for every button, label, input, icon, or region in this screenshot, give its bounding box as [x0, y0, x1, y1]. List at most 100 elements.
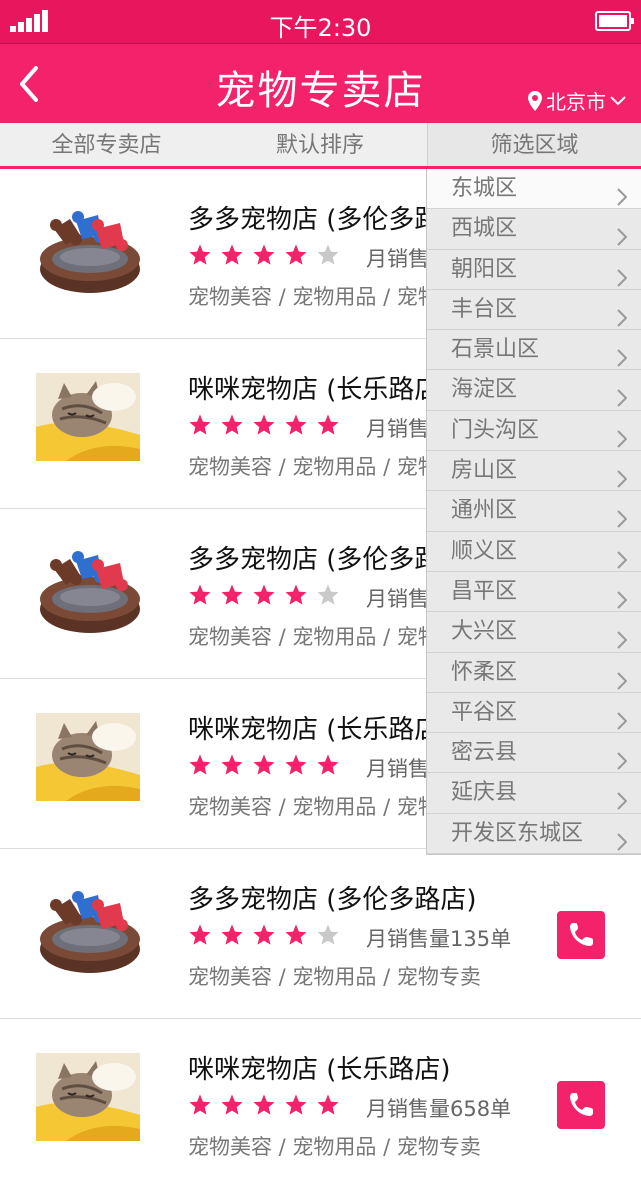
district-item[interactable]: 门头沟区	[427, 411, 641, 452]
district-item[interactable]: 通州区	[427, 491, 641, 532]
star-icon	[220, 753, 244, 777]
chevron-down-icon	[610, 95, 626, 105]
star-icon	[252, 1093, 276, 1117]
chevron-right-icon	[617, 381, 628, 408]
chevron-right-icon	[617, 825, 628, 851]
tab-all-shops[interactable]: 全部专卖店	[0, 123, 213, 166]
district-label: 东城区	[451, 176, 518, 201]
pet-bed-image	[36, 199, 144, 299]
chevron-right-icon	[617, 664, 628, 690]
shop-name: 多多宠物店 (多伦多路店)	[188, 885, 477, 915]
star-icon	[252, 413, 276, 437]
chevron-right-icon	[617, 543, 628, 569]
app-header: 宠物专卖店 北京市	[0, 44, 641, 123]
district-label: 西城区	[451, 216, 518, 242]
district-label: 开发区东城区	[451, 820, 584, 846]
star-icon	[316, 583, 340, 607]
district-item[interactable]: 延庆县	[427, 773, 641, 814]
district-label: 石景山区	[451, 337, 540, 363]
district-item[interactable]: 密云县	[427, 733, 641, 774]
district-label: 怀柔区	[451, 659, 518, 685]
rating-stars	[188, 923, 340, 947]
star-icon	[188, 243, 212, 267]
district-item[interactable]: 西城区	[427, 209, 641, 250]
star-icon	[252, 923, 276, 947]
phone-icon[interactable]	[557, 1081, 605, 1129]
star-icon	[284, 583, 308, 607]
district-label: 大兴区	[451, 619, 518, 645]
shop-row[interactable]: 咪咪宠物店 (长乐路店) 月销售量658单宠物美容 / 宠物用品 / 宠物专卖	[0, 1019, 641, 1179]
star-icon	[252, 243, 276, 267]
monthly-sales: 月销售量658单	[366, 1097, 512, 1121]
monthly-sales: 月销售量135单	[366, 927, 512, 951]
star-icon	[284, 243, 308, 267]
chevron-right-icon	[617, 744, 628, 770]
district-item[interactable]: 顺义区	[427, 532, 641, 572]
district-item[interactable]: 房山区	[427, 451, 641, 492]
chevron-right-icon	[617, 623, 628, 649]
star-icon	[284, 923, 308, 947]
star-icon	[316, 923, 340, 947]
star-icon	[316, 413, 340, 437]
chevron-right-icon	[617, 583, 628, 609]
rating-stars	[188, 243, 340, 267]
tab-default-sort[interactable]: 默认排序	[213, 123, 427, 166]
district-item[interactable]: 海淀区	[427, 370, 641, 411]
star-icon	[316, 1093, 340, 1117]
rating-stars	[188, 413, 340, 437]
district-label: 丰台区	[451, 296, 518, 322]
district-item[interactable]: 怀柔区	[427, 653, 641, 693]
city-selector[interactable]: 北京市	[527, 86, 627, 115]
kitten-image	[36, 709, 144, 809]
district-item[interactable]: 丰台区	[427, 290, 641, 331]
star-icon	[188, 753, 212, 777]
district-item[interactable]: 昌平区	[427, 572, 641, 613]
star-icon	[220, 923, 244, 947]
tab-filter-area[interactable]: 筛选区域	[427, 123, 641, 166]
district-label: 朝阳区	[451, 256, 518, 282]
star-icon	[252, 583, 276, 607]
battery-icon	[595, 11, 634, 31]
star-icon	[284, 1093, 308, 1117]
chevron-right-icon	[617, 220, 628, 247]
star-icon	[188, 583, 212, 607]
chevron-right-icon	[617, 422, 628, 448]
district-item[interactable]: 大兴区	[427, 612, 641, 653]
status-bar: 下午2:30	[0, 0, 641, 44]
star-icon	[188, 923, 212, 947]
district-label: 海淀区	[451, 377, 518, 403]
shop-row[interactable]: 多多宠物店 (多伦多路店) 月销售量135单宠物美容 / 宠物用品 / 宠物专卖	[0, 849, 641, 1019]
district-label: 昌平区	[451, 578, 518, 604]
shop-name: 咪咪宠物店 (长乐路店)	[188, 375, 451, 405]
rating-stars	[188, 1093, 340, 1117]
district-label: 门头沟区	[451, 417, 540, 443]
star-icon	[220, 243, 244, 267]
district-item[interactable]: 开发区东城区	[427, 814, 641, 855]
chevron-right-icon	[617, 462, 628, 488]
shop-tags: 宠物美容 / 宠物用品 / 宠物专卖	[188, 965, 481, 989]
district-item[interactable]: 东城区	[427, 169, 641, 210]
district-label: 密云县	[451, 740, 518, 766]
chevron-right-icon	[617, 180, 628, 206]
shop-name: 咪咪宠物店 (长乐路店)	[188, 1055, 451, 1085]
rating-stars	[188, 583, 340, 607]
status-time: 下午2:30	[269, 14, 372, 42]
chevron-right-icon	[617, 704, 628, 730]
kitten-image	[36, 1049, 144, 1149]
star-icon	[188, 1093, 212, 1117]
district-dropdown: 东城区西城区朝阳区丰台区石景山区海淀区门头沟区房山区通州区顺义区昌平区大兴区怀柔…	[426, 169, 641, 856]
district-label: 通州区	[451, 498, 518, 524]
district-item[interactable]: 平谷区	[427, 693, 641, 734]
district-item[interactable]: 石景山区	[427, 330, 641, 371]
phone-icon[interactable]	[557, 911, 605, 959]
star-icon	[316, 753, 340, 777]
district-item[interactable]: 朝阳区	[427, 250, 641, 290]
star-icon	[188, 413, 212, 437]
district-label: 房山区	[451, 458, 518, 484]
chevron-right-icon	[617, 301, 628, 327]
chevron-right-icon	[617, 341, 628, 367]
star-icon	[220, 583, 244, 607]
star-icon	[284, 753, 308, 777]
shop-name: 咪咪宠物店 (长乐路店)	[188, 715, 451, 745]
chevron-right-icon	[617, 502, 628, 529]
